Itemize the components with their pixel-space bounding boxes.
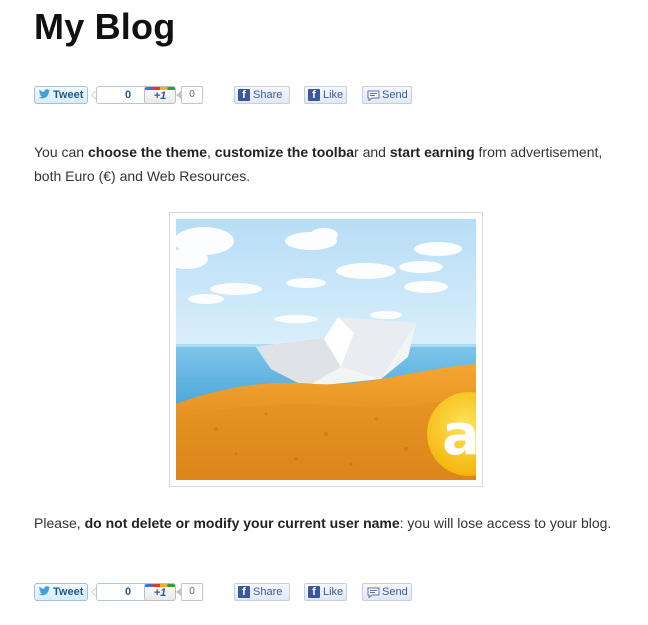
facebook-like-button[interactable]: f Like — [304, 583, 347, 601]
plusone-count: 0 — [181, 583, 203, 601]
blog-title: My Blog — [34, 6, 176, 47]
plusone-label: +1 — [153, 90, 167, 102]
share-label: Share — [253, 586, 283, 598]
chat-bubble-icon — [367, 90, 380, 101]
facebook-icon: f — [238, 89, 250, 101]
text-span: , — [207, 144, 215, 160]
facebook-send-button[interactable]: Send — [362, 583, 412, 601]
tweet-label: Tweet — [53, 89, 84, 101]
text-span: r and — [354, 144, 390, 160]
tweet-button[interactable]: Tweet — [34, 86, 88, 104]
text-span: You can — [34, 144, 88, 160]
like-label: Like — [323, 89, 344, 101]
facebook-share-button[interactable]: f Share — [234, 86, 290, 104]
tweet-label: Tweet — [53, 586, 84, 598]
share-label: Share — [253, 89, 283, 101]
bold-text: customize the toolba — [214, 144, 355, 160]
twitter-bird-icon — [38, 89, 50, 99]
plusone-button[interactable]: +1 — [144, 86, 176, 104]
plusone-button[interactable]: +1 — [144, 583, 176, 601]
twitter-bird-icon — [38, 586, 50, 596]
text-span: Please, — [34, 515, 85, 531]
facebook-like-button[interactable]: f Like — [304, 86, 347, 104]
plusone-count: 0 — [181, 86, 203, 104]
bold-text: choose the theme — [87, 144, 208, 160]
svg-text:a: a — [442, 403, 476, 468]
bold-text: do not delete or modify your current use… — [84, 515, 400, 531]
text-span: : you will lose access to your blog. — [399, 515, 612, 531]
send-label: Send — [382, 586, 408, 598]
facebook-share-button[interactable]: f Share — [234, 583, 290, 601]
post-paragraph-warning: Please, do not delete or modify your cur… — [34, 511, 614, 535]
like-label: Like — [323, 586, 344, 598]
send-label: Send — [382, 89, 408, 101]
facebook-icon: f — [308, 89, 320, 101]
facebook-icon: f — [308, 586, 320, 598]
plusone-label: +1 — [153, 587, 167, 599]
chat-bubble-icon — [367, 587, 380, 598]
tweet-button[interactable]: Tweet — [34, 583, 88, 601]
paper-boat-on-sand-image: a — [176, 219, 476, 480]
post-paragraph-intro: You can choose the theme, customize the … — [34, 140, 614, 188]
post-image-frame: a — [169, 212, 483, 487]
bold-text: start earning — [389, 144, 475, 160]
facebook-send-button[interactable]: Send — [362, 86, 412, 104]
facebook-icon: f — [238, 586, 250, 598]
